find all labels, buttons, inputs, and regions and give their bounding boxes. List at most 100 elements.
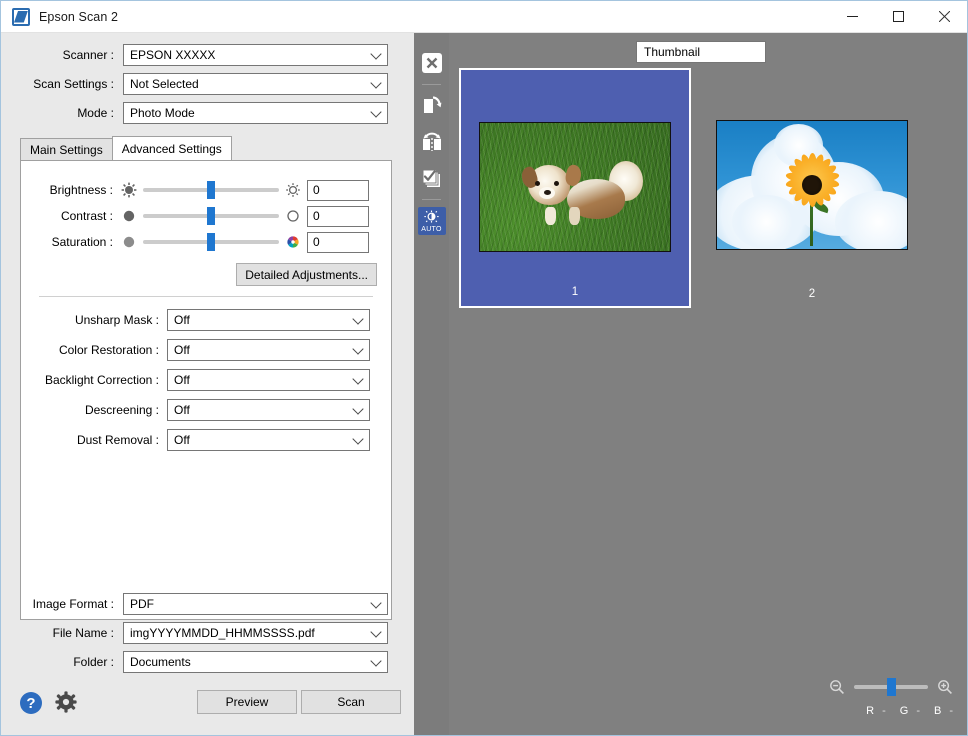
thumbnail-2[interactable]: 2 [696,68,928,308]
dust-removal-row: Dust Removal : Off [21,429,391,451]
maximize-button[interactable] [875,1,921,33]
chevron-down-icon [370,626,382,638]
flip-horizontal-icon[interactable] [414,124,449,160]
chevron-down-icon [370,77,382,89]
backlight-correction-select[interactable]: Off [167,369,370,391]
mode-select[interactable]: Photo Mode [123,102,388,124]
minimize-button[interactable] [829,1,875,33]
saturation-slider[interactable] [143,233,279,251]
auto-exposure-icon[interactable]: AUTO [414,203,449,239]
sun-filled-icon [121,182,137,198]
contrast-label: Contrast : [60,209,113,223]
tab-advanced-settings[interactable]: Advanced Settings [111,136,232,160]
unsharp-mask-label: Unsharp Mask : [74,313,159,327]
title-bar: Epson Scan 2 [1,1,967,33]
folder-label: Folder : [73,655,114,669]
dust-removal-value: Off [174,433,190,447]
brightness-value-input[interactable]: 0 [307,179,369,201]
brightness-slider[interactable] [143,181,279,199]
slider-thumb[interactable] [207,233,215,251]
select-all-pages-icon[interactable] [414,160,449,196]
scan-settings-select[interactable]: Not Selected [123,73,388,95]
color-restoration-row: Color Restoration : Off [21,339,391,361]
circle-outline-icon [287,210,299,222]
saturation-label: Saturation : [51,235,113,249]
unsharp-mask-value: Off [174,313,190,327]
settings-pane: Scanner : EPSON XXXXX Scan Settings : No… [1,33,414,735]
zoom-out-icon[interactable] [829,679,845,695]
color-restoration-select[interactable]: Off [167,339,370,361]
dust-removal-select[interactable]: Off [167,429,370,451]
slider-thumb[interactable] [207,207,215,225]
descreening-select[interactable]: Off [167,399,370,421]
color-restoration-label: Color Restoration : [58,343,159,357]
output-field-group: Image Format : PDF File Name : imgYYYYMM… [13,593,403,680]
saturation-row: Saturation : 0 [21,229,391,255]
zoom-slider[interactable] [854,678,928,696]
gear-icon[interactable] [55,691,77,718]
top-field-group: Scanner : EPSON XXXXX Scan Settings : No… [13,44,403,131]
preview-status-bar: R - G - B - [449,673,967,735]
zoom-in-icon[interactable] [937,679,953,695]
mode-value: Photo Mode [130,106,195,120]
rgb-readout: R - G - B - [852,705,953,717]
clear-preview-icon[interactable] [414,45,449,81]
file-name-value: imgYYYYMMDD_HHMMSSSS.pdf [130,626,315,640]
view-mode-select[interactable]: Thumbnail [636,41,766,63]
brightness-row: Brightness : 0 [21,177,391,203]
zoom-slider-thumb[interactable] [887,678,896,696]
folder-value: Documents [130,655,191,669]
backlight-correction-row: Backlight Correction : Off [21,369,391,391]
toolbar-divider [422,84,441,85]
preview-button[interactable]: Preview [197,690,297,714]
descreening-row: Descreening : Off [21,399,391,421]
contrast-value-input[interactable]: 0 [307,205,369,227]
chevron-down-icon [370,597,382,609]
help-icon[interactable]: ? [20,692,42,714]
chevron-down-icon [352,373,364,385]
saturation-value-input[interactable]: 0 [307,231,369,253]
channel-g-value: - [916,705,920,717]
window-controls [829,1,967,33]
thumbnail-number: 1 [571,286,579,298]
view-mode-value: Thumbnail [644,45,701,59]
toolbar-divider [422,199,441,200]
chevron-down-icon [352,313,364,325]
image-format-select[interactable]: PDF [123,593,388,615]
circle-filled-icon [123,210,135,222]
channel-r-label: R [866,705,875,717]
backlight-correction-label: Backlight Correction : [44,373,159,387]
channel-b-value: - [949,705,953,717]
channel-g-label: G [899,705,909,717]
scan-button[interactable]: Scan [301,690,401,714]
image-format-row: Image Format : PDF [13,593,403,615]
rotate-right-icon[interactable] [414,88,449,124]
tab-main-settings[interactable]: Main Settings [20,138,113,160]
close-button[interactable] [921,1,967,33]
image-format-label: Image Format : [32,597,114,611]
image-format-value: PDF [130,597,154,611]
channel-b-label: B [933,705,942,717]
scan-settings-value: Not Selected [130,77,199,91]
scanner-select[interactable]: EPSON XXXXX [123,44,388,66]
mode-row: Mode : Photo Mode [13,102,403,124]
folder-select[interactable]: Documents [123,651,388,673]
contrast-slider[interactable] [143,207,279,225]
chevron-down-icon [352,403,364,415]
contrast-row: Contrast : 0 [21,203,391,229]
slider-thumb[interactable] [207,181,215,199]
color-restoration-value: Off [174,343,190,357]
unsharp-mask-select[interactable]: Off [167,309,370,331]
thumbnail-number: 2 [808,288,816,300]
detailed-adjustments-button[interactable]: Detailed Adjustments... [236,263,377,286]
zoom-control [829,678,953,696]
scanner-row: Scanner : EPSON XXXXX [13,44,403,66]
scanner-value: EPSON XXXXX [130,48,216,62]
window-title: Epson Scan 2 [39,9,119,24]
file-name-select[interactable]: imgYYYYMMDD_HHMMSSSS.pdf [123,622,388,644]
chevron-down-icon [352,343,364,355]
thumbnail-1[interactable]: 1 [459,68,691,308]
file-name-label: File Name : [52,626,114,640]
preview-toolbar: AUTO [414,33,449,735]
file-name-row: File Name : imgYYYYMMDD_HHMMSSSS.pdf [13,622,403,644]
